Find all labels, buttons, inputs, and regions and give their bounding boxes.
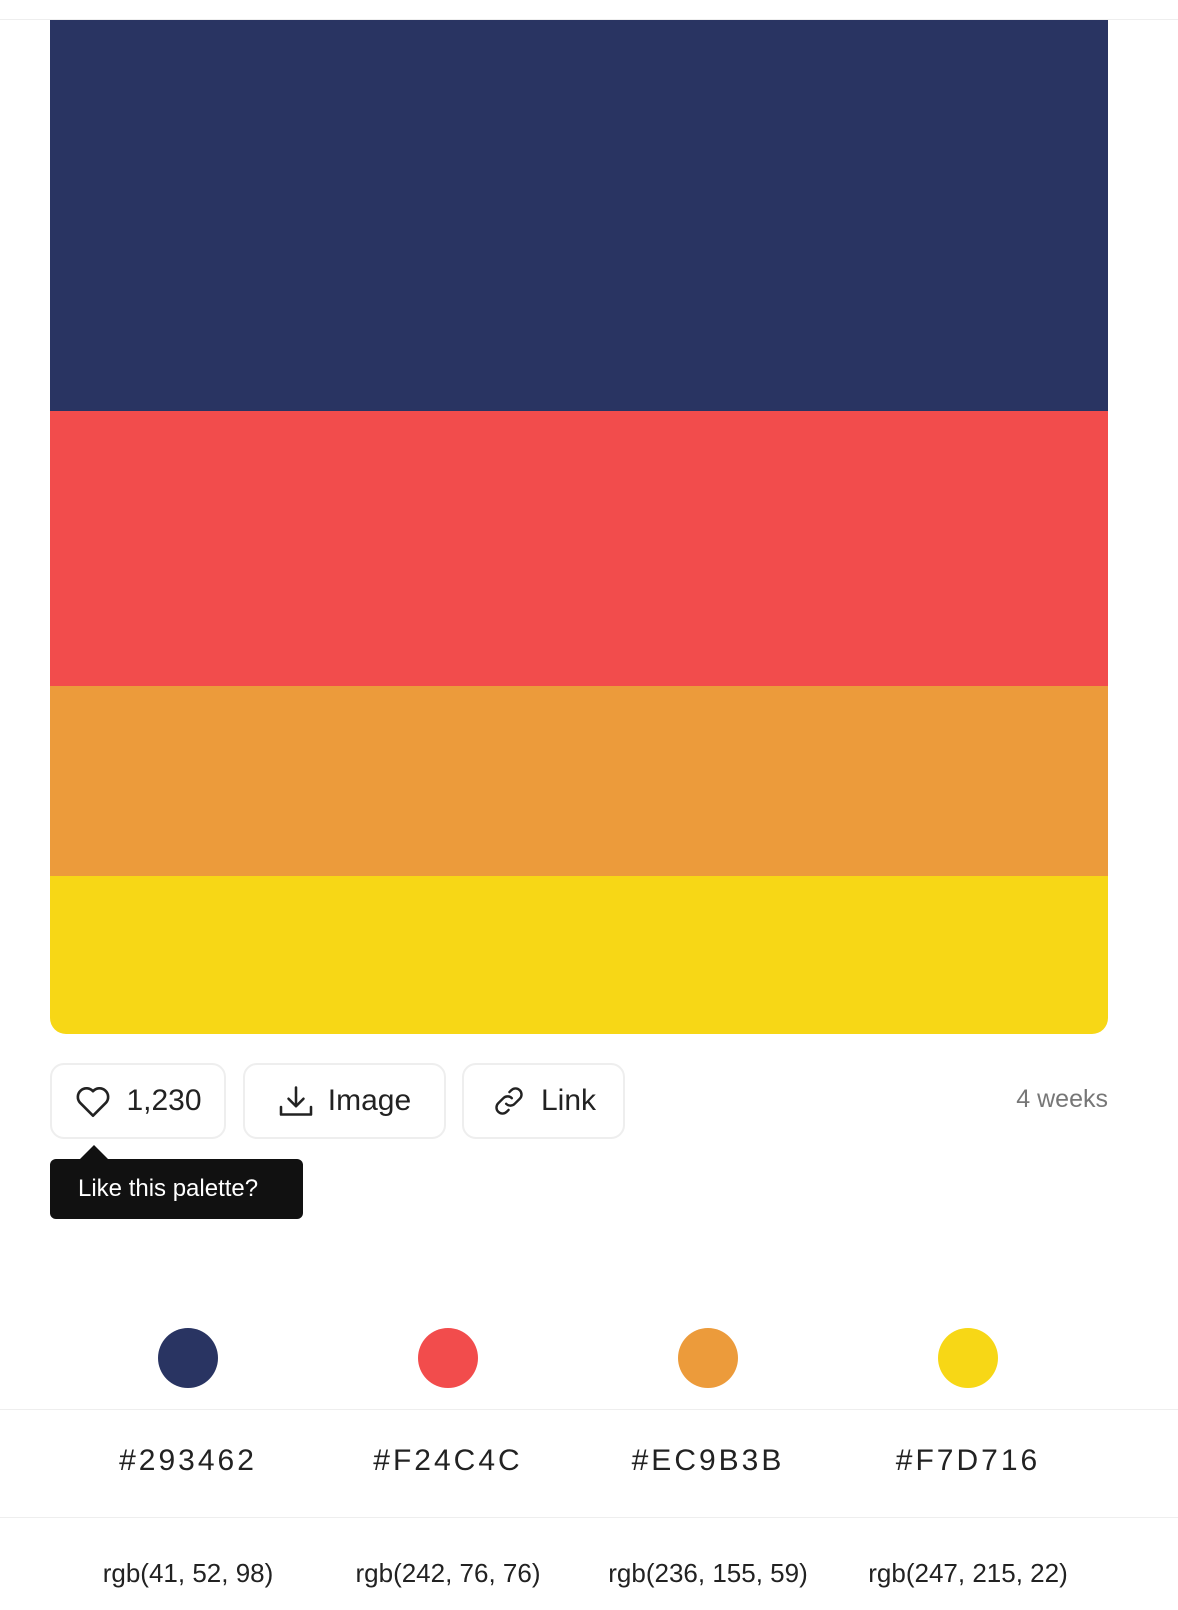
download-image-button[interactable]: Image [243,1063,446,1139]
like-tooltip: Like this palette? [50,1145,303,1219]
rgb-code[interactable]: rgb(247, 215, 22) [838,1558,1098,1589]
link-label: Link [540,1084,597,1117]
palette-actions: 1,230 Image Link 4 weeks [50,1063,1108,1139]
download-icon [278,1084,314,1118]
rgb-code[interactable]: rgb(236, 155, 59) [578,1558,838,1589]
color-swatch[interactable] [158,1328,218,1388]
like-button[interactable]: 1,230 [50,1063,226,1139]
color-swatch[interactable] [418,1328,478,1388]
palette-color-band[interactable] [50,686,1108,876]
palette-color-band[interactable] [50,876,1108,1034]
hex-code[interactable]: #EC9B3B [578,1444,838,1478]
image-label: Image [327,1084,412,1117]
color-swatch[interactable] [678,1328,738,1388]
palette-color-band[interactable] [50,20,1108,411]
rgb-code[interactable]: rgb(41, 52, 98) [58,1558,318,1589]
copy-link-button[interactable]: Link [462,1063,625,1139]
tooltip-text: Like this palette? [78,1175,259,1202]
heart-icon [74,1084,112,1118]
rgb-codes-row: rgb(41, 52, 98) rgb(242, 76, 76) rgb(236… [0,1517,1178,1610]
posted-time: 4 weeks [1016,1085,1108,1113]
rgb-code[interactable]: rgb(242, 76, 76) [318,1558,578,1589]
like-count: 1,230 [126,1084,202,1117]
link-icon [491,1084,527,1118]
palette-color-band[interactable] [50,411,1108,686]
color-swatch[interactable] [938,1328,998,1388]
hex-code[interactable]: #F24C4C [318,1444,578,1478]
palette-preview [50,20,1108,1034]
hex-codes-row: #293462 #F24C4C #EC9B3B #F7D716 [0,1409,1178,1517]
top-bar [0,0,1178,20]
color-swatches [0,1328,1178,1388]
hex-code[interactable]: #293462 [58,1444,318,1478]
hex-code[interactable]: #F7D716 [838,1444,1098,1478]
